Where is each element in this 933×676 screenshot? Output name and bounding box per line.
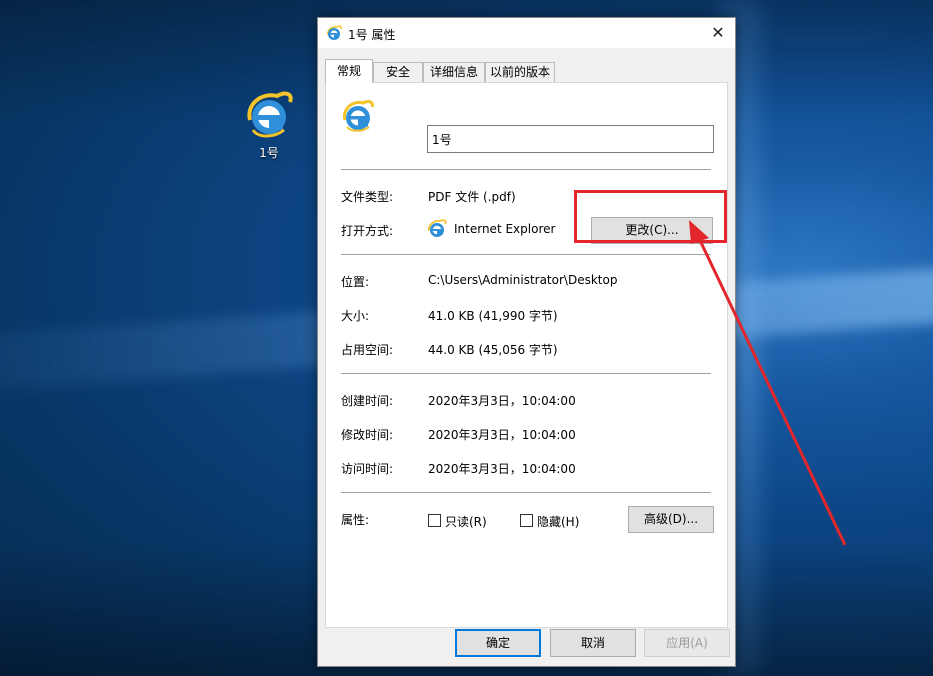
tab-general[interactable]: 常规 bbox=[325, 59, 373, 83]
annotation-arrow bbox=[689, 220, 847, 546]
